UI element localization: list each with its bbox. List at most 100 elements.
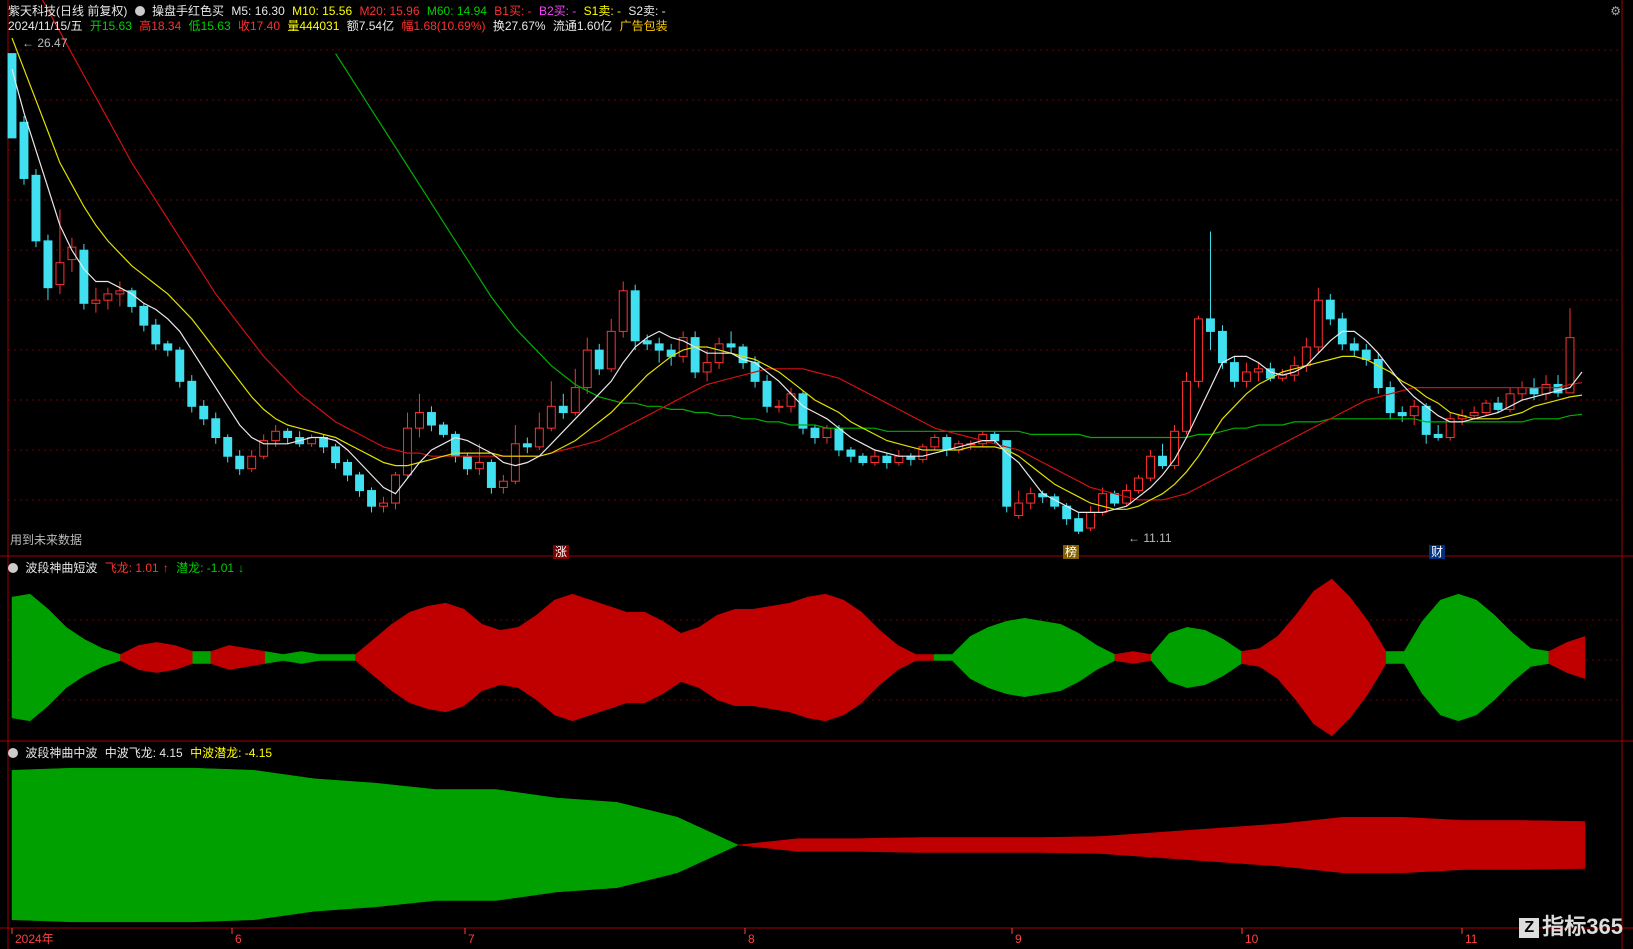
ma20-value: M20: 15.96 [359,4,420,18]
short-wave-segment [1295,590,1315,725]
short-wave-segment [319,654,338,661]
gear-icon[interactable] [8,563,18,573]
candle-body [1026,493,1036,504]
candle-body [319,437,329,448]
panel3-title[interactable]: 波段神曲中波 [25,746,97,760]
tag-bang[interactable]: 榜 [1063,545,1080,559]
candle-body [606,330,616,370]
short-wave-segment [11,593,31,722]
candle-body [1469,412,1479,417]
candle-body [163,343,173,351]
ma60-line [335,53,1583,439]
candle-body [127,290,137,307]
x-tick-label: 2024年 [15,932,54,946]
candle-body [1349,343,1359,351]
short-wave-segment [1024,617,1043,698]
candle-body [1074,518,1084,532]
candle-body [1098,493,1108,513]
candle-body [1409,405,1419,417]
candle-body [151,324,161,345]
chart-svg: 2024年 6 7 8 9 10 11 [0,0,1633,949]
candle-body [858,455,868,463]
short-wave-segment [156,642,175,673]
candle-body [1361,349,1371,360]
candle-body [139,305,149,326]
ma10-value: M10: 15.56 [292,4,353,18]
candle-body [379,502,388,507]
short-wave-segment [1313,578,1333,737]
short-wave-segment [102,648,121,667]
gear-icon[interactable] [134,6,145,16]
panel2-down: 潜龙: -1.01 ↓ [176,561,245,575]
mid-wave-segment [677,816,739,874]
candle-body [882,455,892,463]
mid-wave-segment [495,789,557,901]
short-wave-segment [1476,599,1495,716]
candle-body [331,446,341,463]
short-wave-segment [843,599,863,716]
ma5-value: M5: 16.30 [231,4,285,18]
short-wave-segment [1458,593,1477,722]
mid-wave-segment [616,801,678,889]
short-wave-segment [644,611,664,704]
short-wave-segment [1385,651,1405,664]
short-wave-segment [1512,632,1532,683]
short-wave-segment [1205,629,1224,686]
stock-title[interactable]: 紫天科技(日线 前复权) [8,4,127,18]
short-wave-segment [680,626,700,689]
candle-body [283,430,293,439]
gear-icon[interactable] [8,748,18,758]
quote-date: 2024/11/15/五 [8,19,83,33]
candle-body [558,405,568,414]
tag-zhang[interactable]: 涨 [553,545,570,559]
high-price-label: ← 26.47 [22,36,68,50]
candle-body [79,249,89,304]
candle-body [522,443,532,448]
quote-turnover: 换27.67% [492,19,546,33]
candle-body [1170,430,1179,467]
short-wave-segment [301,651,320,664]
b1-value: B1买: - [494,4,532,18]
candle-body [1313,299,1323,348]
candle-body [582,349,592,389]
short-wave-segment [1078,632,1098,683]
short-wave-segment [988,620,1007,695]
short-wave-segment [879,629,899,686]
short-wave-segment [282,651,302,664]
candle-body [199,405,209,420]
x-tick-label: 6 [235,932,242,946]
mid-wave-segment [374,782,436,908]
indicator-name[interactable]: 操盘手红色买 [152,4,224,18]
candle-body [978,433,988,445]
short-wave-segment [1277,614,1296,701]
panel2-title[interactable]: 波段神曲短波 [25,561,97,575]
short-wave-segment [1223,638,1242,677]
candle-body [391,474,400,504]
mid-wave-segment [11,767,73,923]
candle-body [1325,299,1335,320]
short-wave-segment [264,651,284,664]
candle-body [1194,318,1203,382]
short-wave-segment [698,614,718,701]
ma60-value: M60: 14.94 [426,4,487,18]
candle-body [1529,387,1539,395]
quote-low: 低15.63 [188,19,231,33]
short-wave-segment [951,635,971,680]
candle-body [726,343,736,348]
tag-cai[interactable]: 财 [1429,545,1446,559]
candle-body [990,433,1000,442]
candle-body [834,427,844,451]
quote-sector[interactable]: 广告包装 [620,19,668,33]
candle-body [774,405,784,408]
candle-body [1493,402,1503,410]
short-wave-segment [1132,651,1152,664]
short-wave-segment [897,645,917,670]
ma5-line [11,69,1583,514]
short-wave-segment [1331,578,1351,737]
candle-body [894,455,904,463]
settings-icon[interactable]: ⚙ [1610,4,1621,18]
candle-body [594,349,604,370]
mid-wave-segment [1161,827,1223,863]
b2-value: B2买: - [538,4,577,18]
future-data-warning: 用到未来数据 [10,533,83,547]
